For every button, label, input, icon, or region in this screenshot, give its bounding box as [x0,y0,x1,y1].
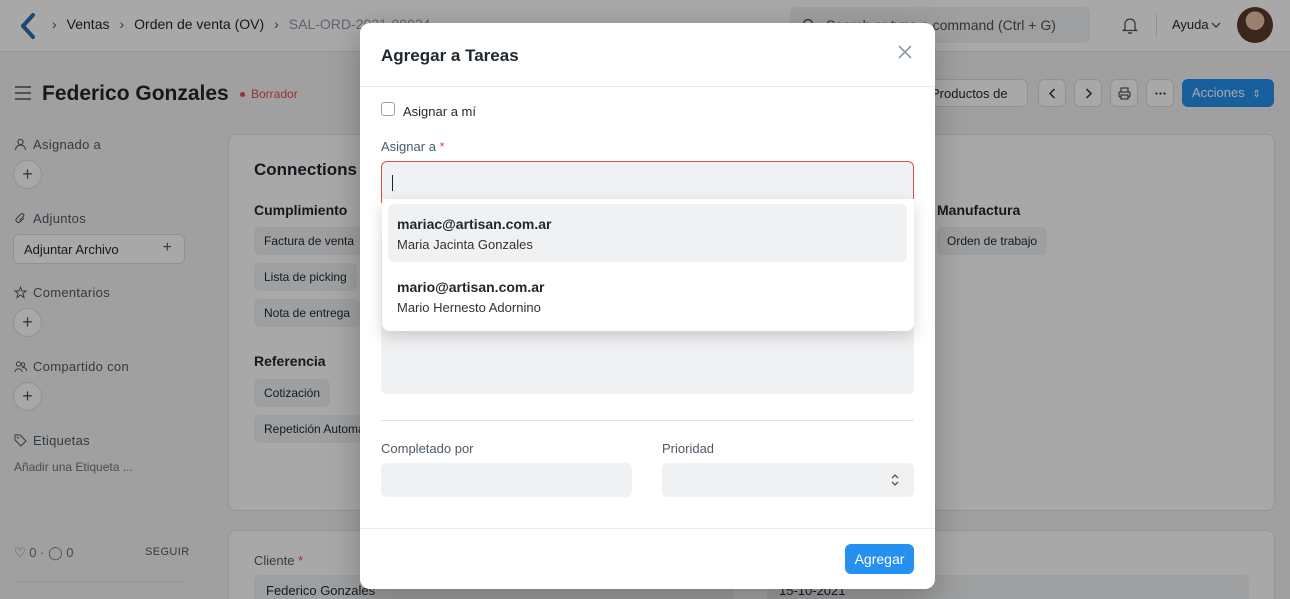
completed-by-label: Completado por [381,441,474,456]
suggestion-name: Maria Jacinta Gonzales [397,237,533,252]
assign-to-label: Asignar a * [381,139,445,154]
dialog-title: Agregar a Tareas [381,46,519,65]
text-cursor [392,175,393,191]
required-marker: * [439,139,445,154]
select-arrows-icon [891,474,899,486]
priority-select[interactable] [662,463,914,497]
suggestion-item[interactable]: mario@artisan.com.ar Mario Hernesto Ador… [388,267,907,325]
assign-to-input[interactable] [381,161,914,203]
assignee-suggestions-dropdown: mariac@artisan.com.ar Maria Jacinta Gonz… [382,199,914,331]
priority-label: Prioridad [662,441,715,456]
suggestion-email: mario@artisan.com.ar [397,279,545,295]
assign-to-me-label[interactable]: Asignar a mí [403,104,476,119]
assign-to-me-checkbox[interactable] [381,102,395,116]
completed-by-field[interactable] [381,463,632,497]
suggestion-email: mariac@artisan.com.ar [397,216,552,232]
add-button[interactable]: Agregar [845,544,914,574]
add-to-tasks-dialog: Agregar a Tareas Asignar a mí Asignar a … [360,23,935,589]
suggestion-item[interactable]: mariac@artisan.com.ar Maria Jacinta Gonz… [388,204,907,262]
assign-to-label-text: Asignar a [381,139,436,154]
dialog-header: Agregar a Tareas [360,23,935,87]
dialog-footer: Agregar [360,528,935,589]
divider [381,420,914,421]
close-icon[interactable] [895,42,915,62]
suggestion-name: Mario Hernesto Adornino [397,300,541,315]
